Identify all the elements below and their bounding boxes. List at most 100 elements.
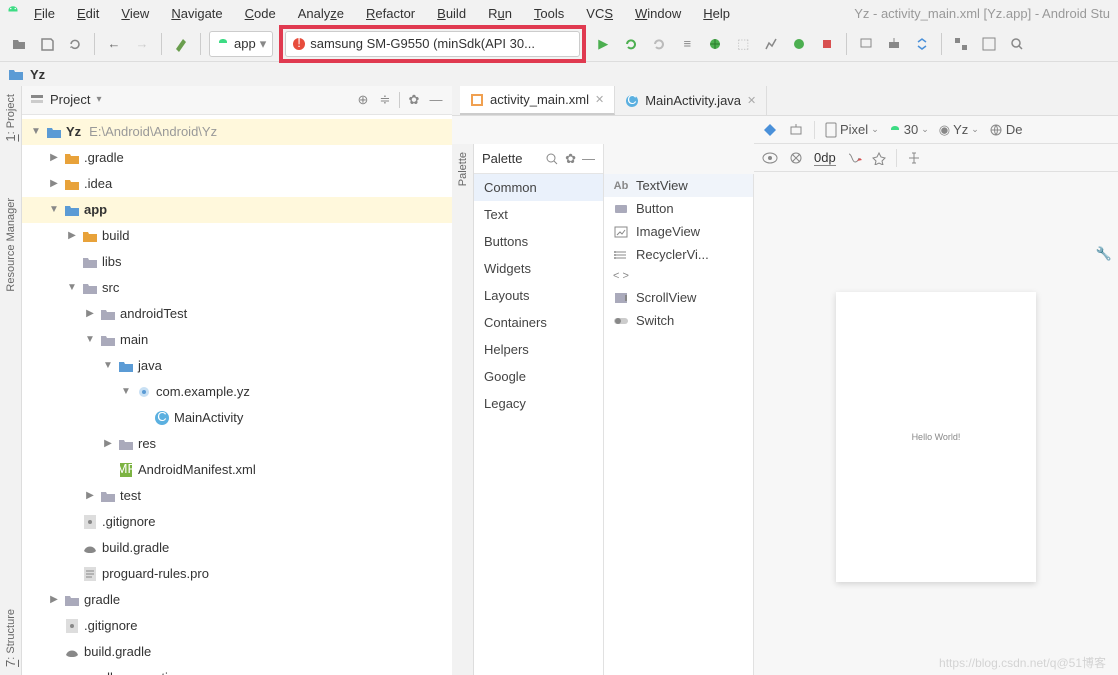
menu-file[interactable]: FFileile [24,4,65,23]
view-options-icon[interactable] [762,152,778,164]
palette-category[interactable]: Legacy [474,390,603,417]
autoconnect-icon[interactable] [788,150,804,166]
tree-row[interactable]: build.gradle [22,639,452,665]
forward-icon[interactable]: → [131,33,153,55]
refresh-icon[interactable] [64,33,86,55]
tree-row[interactable]: ▼YzE:\Android\Android\Yz [22,119,452,145]
coverage-icon[interactable]: ⬚ [732,33,754,55]
palette-categories[interactable]: CommonTextButtonsWidgetsLayoutsContainer… [474,174,603,417]
orientation-icon[interactable] [788,122,804,138]
palette-component[interactable]: AbTextView [604,174,753,197]
design-canvas[interactable]: Hello World! [754,172,1118,675]
search-icon[interactable] [1006,33,1028,55]
palette-component[interactable]: RecyclerVi... [604,243,753,266]
gutter-project[interactable]: 1: Project [3,86,18,150]
build-icon[interactable] [170,33,192,55]
run-icon[interactable]: ▶ [592,33,614,55]
clear-constraints-icon[interactable] [846,151,862,165]
menu-build[interactable]: Build [427,4,476,23]
menu-run[interactable]: Run [478,4,522,23]
api-picker[interactable]: 30⌄ [889,122,929,137]
palette-category[interactable]: Buttons [474,228,603,255]
tree-row[interactable]: ▼main [22,327,452,353]
locale-picker[interactable]: De [989,122,1023,137]
tree-row[interactable]: ▼com.example.yz [22,379,452,405]
gear-icon[interactable]: ✿ [565,151,576,167]
open-icon[interactable] [8,33,30,55]
tree-row[interactable]: ▶gradle [22,587,452,613]
close-icon[interactable]: ✕ [747,94,756,107]
search-icon[interactable] [545,152,559,166]
menu-analyze[interactable]: Analyze [288,4,354,23]
project-tree[interactable]: ▼YzE:\Android\Android\Yz▶.gradle▶.idea▼a… [22,115,452,675]
stop-icon[interactable] [816,33,838,55]
menu-edit[interactable]: Edit [67,4,109,23]
layout-icon[interactable] [978,33,1000,55]
breadcrumb-label[interactable]: Yz [30,67,45,82]
palette-component[interactable]: < > [604,266,753,286]
tree-row[interactable]: ▼java [22,353,452,379]
collapse-icon[interactable]: — [582,151,595,166]
palette-category[interactable]: Text [474,201,603,228]
tree-arrow-icon[interactable]: ▶ [84,308,96,319]
tree-row[interactable]: ▶.gradle [22,145,452,171]
tree-row[interactable]: ▶.idea [22,171,452,197]
tree-row[interactable]: build.gradle [22,535,452,561]
tree-row[interactable]: .gitignore [22,613,452,639]
palette-category[interactable]: Layouts [474,282,603,309]
menu-refactor[interactable]: Refactor [356,4,425,23]
palette-component[interactable]: ImageView [604,220,753,243]
sync-icon[interactable] [911,33,933,55]
apply-changes-icon[interactable] [620,33,642,55]
tree-arrow-icon[interactable]: ▼ [48,204,60,215]
profiler-icon[interactable] [760,33,782,55]
design-surface-icon[interactable] [762,122,778,138]
gutter-palette[interactable]: Palette [457,144,469,194]
tree-arrow-icon[interactable]: ▼ [120,386,132,397]
close-icon[interactable]: ✕ [595,93,604,106]
tree-arrow-icon[interactable]: ▶ [66,230,78,241]
palette-category[interactable]: Common [474,174,603,201]
tree-arrow-icon[interactable]: ▶ [84,490,96,501]
tree-arrow-icon[interactable]: ▶ [48,178,60,189]
device-preview[interactable]: Hello World! [836,292,1036,582]
tree-row[interactable]: CMainActivity [22,405,452,431]
tree-row[interactable]: ▶res [22,431,452,457]
tree-row[interactable]: MFAndroidManifest.xml [22,457,452,483]
menu-window[interactable]: Window [625,4,691,23]
sdk-icon[interactable] [883,33,905,55]
module-selector[interactable]: app ▾ [209,31,273,57]
gutter-structure[interactable]: 7: Structure [3,601,18,675]
structure-icon[interactable] [950,33,972,55]
tree-row[interactable]: ▶build [22,223,452,249]
gutter-resource-manager[interactable]: Resource Manager [5,190,17,300]
tree-row[interactable]: libs [22,249,452,275]
save-icon[interactable] [36,33,58,55]
tree-arrow-icon[interactable]: ▼ [30,126,42,137]
select-opened-icon[interactable]: ⊕ [355,92,371,108]
tree-arrow-icon[interactable]: ▶ [48,594,60,605]
tree-row[interactable]: ▼app [22,197,452,223]
menu-view[interactable]: View [111,4,159,23]
menu-help[interactable]: Help [693,4,740,23]
run-config-icon[interactable]: ≡ [676,33,698,55]
menu-tools[interactable]: Tools [524,4,574,23]
menu-vcs[interactable]: VCS [576,4,623,23]
tree-arrow-icon[interactable]: ▼ [102,360,114,371]
palette-component[interactable]: Switch [604,309,753,332]
tab-main-activity[interactable]: C MainActivity.java ✕ [615,86,767,115]
default-margin[interactable]: 0dp [814,150,836,166]
tree-arrow-icon[interactable]: ▼ [66,282,78,293]
gear-icon[interactable]: ✿ [406,92,422,108]
palette-category[interactable]: Widgets [474,255,603,282]
tree-row[interactable]: ▶androidTest [22,301,452,327]
back-icon[interactable]: ← [103,33,125,55]
device-selector[interactable]: ! samsung SM-G9550 (minSdk(API 30... [285,31,580,57]
palette-component[interactable]: Button [604,197,753,220]
collapse-icon[interactable]: — [428,92,444,108]
infer-constraints-icon[interactable] [872,151,886,165]
palette-components[interactable]: AbTextViewButtonImageViewRecyclerVi...< … [604,174,754,675]
tree-arrow-icon[interactable]: ▶ [48,152,60,163]
tab-activity-main[interactable]: activity_main.xml ✕ [460,86,615,115]
chevron-down-icon[interactable]: ▾ [96,94,101,105]
